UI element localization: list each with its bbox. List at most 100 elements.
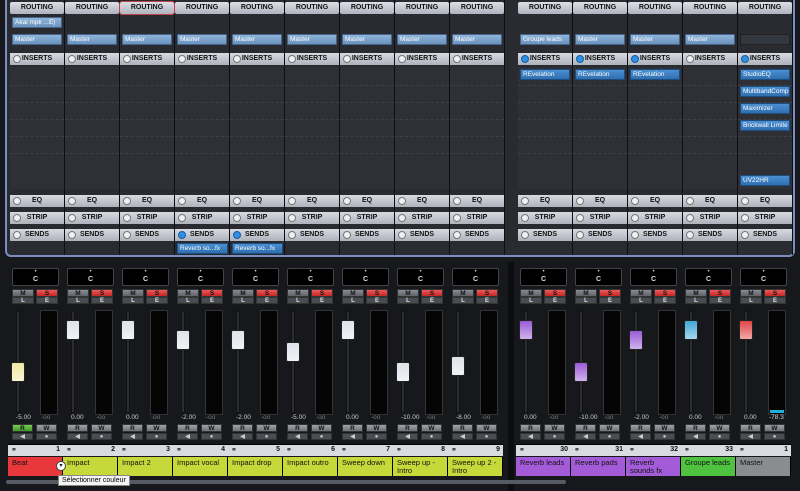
solo-button[interactable]: S [311, 289, 333, 297]
eq-section-header[interactable]: EQ [738, 195, 792, 207]
channel-name[interactable]: Groupe leads [681, 457, 736, 476]
insert-plugin-slot[interactable]: REvelation [575, 69, 625, 80]
read-automation-button[interactable]: R [397, 424, 418, 432]
link-icon[interactable]: ⚭ [739, 446, 745, 454]
sends-section-header[interactable]: SENDS [573, 229, 627, 241]
listen-button[interactable]: L [67, 297, 89, 304]
monitor-icon[interactable]: ◀ [740, 433, 761, 440]
sends-section-header[interactable]: SENDS [175, 229, 229, 241]
record-enable-icon[interactable]: ● [544, 433, 565, 440]
monitor-icon[interactable]: ◀ [575, 433, 596, 440]
monitor-icon[interactable]: ◀ [342, 433, 363, 440]
routing-header[interactable]: ROUTING [175, 2, 229, 14]
link-icon[interactable]: ⚭ [519, 446, 525, 454]
edit-button[interactable]: E [709, 297, 731, 304]
sends-section-header[interactable]: SENDS [340, 229, 394, 241]
channel-name[interactable]: Beat [8, 457, 63, 476]
solo-button[interactable]: S [201, 289, 223, 297]
routing-output-slot[interactable]: Master [287, 34, 337, 45]
write-automation-button[interactable]: W [366, 424, 387, 432]
record-enable-icon[interactable]: ● [421, 433, 442, 440]
inserts-section-header[interactable]: INSERTS [65, 53, 119, 65]
sends-section-header[interactable]: SENDS [65, 229, 119, 241]
pan-control[interactable]: • C [12, 268, 59, 286]
eq-section-header[interactable]: EQ [230, 195, 284, 207]
mute-button[interactable]: M [630, 289, 652, 297]
monitor-icon[interactable]: ◀ [232, 433, 253, 440]
routing-header[interactable]: ROUTING [119, 1, 175, 15]
edit-button[interactable]: E [764, 297, 786, 304]
routing-output-slot[interactable]: Master [12, 34, 62, 45]
read-automation-button[interactable]: R [287, 424, 308, 432]
read-automation-button[interactable]: R [685, 424, 706, 432]
record-enable-icon[interactable]: ● [91, 433, 112, 440]
read-automation-button[interactable]: R [67, 424, 88, 432]
routing-header[interactable]: ROUTING [65, 2, 119, 14]
routing-output-slot[interactable]: Master [232, 34, 282, 45]
edit-button[interactable]: E [366, 297, 388, 304]
insert-plugin-slot[interactable]: UV22HR [740, 175, 790, 186]
solo-button[interactable]: S [709, 289, 731, 297]
eq-section-header[interactable]: EQ [683, 195, 737, 207]
link-icon[interactable]: ⚭ [66, 446, 72, 454]
strip-section-header[interactable]: STRIP [285, 212, 339, 224]
solo-button[interactable]: S [146, 289, 168, 297]
routing-output-slot[interactable] [740, 34, 790, 45]
volume-fader-handle[interactable] [176, 329, 190, 350]
insert-plugin-slot[interactable]: REvelation [520, 69, 570, 80]
write-automation-button[interactable]: W [764, 424, 785, 432]
channel-name[interactable]: Impact drop [228, 457, 283, 476]
strip-section-header[interactable]: STRIP [738, 212, 792, 224]
routing-output-slot[interactable]: Master [452, 34, 502, 45]
inserts-section-header[interactable]: INSERTS [450, 53, 504, 65]
volume-value[interactable]: -2.00 [236, 413, 251, 422]
inserts-section-header[interactable]: INSERTS [340, 53, 394, 65]
mute-button[interactable]: M [452, 289, 474, 297]
link-icon[interactable]: ⚭ [684, 446, 690, 454]
mute-button[interactable]: M [232, 289, 254, 297]
record-enable-icon[interactable]: ● [654, 433, 675, 440]
eq-section-header[interactable]: EQ [573, 195, 627, 207]
volume-fader-handle[interactable] [341, 320, 355, 341]
edit-button[interactable]: E [476, 297, 498, 304]
volume-fader-track[interactable] [634, 311, 638, 413]
edit-button[interactable]: E [146, 297, 168, 304]
routing-output-slot[interactable]: Master [122, 34, 172, 45]
routing-input-slot[interactable]: Akai mpk ...E) [12, 17, 62, 28]
pan-control[interactable]: • C [685, 268, 732, 286]
listen-button[interactable]: L [177, 297, 199, 304]
strip-section-header[interactable]: STRIP [628, 212, 682, 224]
sends-section-header[interactable]: SENDS [120, 229, 174, 241]
solo-button[interactable]: S [36, 289, 58, 297]
insert-plugin-slot[interactable]: StudioEQ [740, 69, 790, 80]
pan-control[interactable]: • C [630, 268, 677, 286]
routing-header[interactable]: ROUTING [573, 2, 627, 14]
inserts-section-header[interactable]: INSERTS [683, 53, 737, 65]
link-icon[interactable]: ⚭ [396, 446, 402, 454]
mute-button[interactable]: M [740, 289, 762, 297]
pan-control[interactable]: • C [177, 268, 224, 286]
eq-section-header[interactable]: EQ [10, 195, 64, 207]
volume-fader-handle[interactable] [629, 329, 643, 350]
routing-header[interactable]: ROUTING [340, 2, 394, 14]
volume-fader-handle[interactable] [574, 362, 588, 383]
solo-button[interactable]: S [366, 289, 388, 297]
eq-section-header[interactable]: EQ [65, 195, 119, 207]
read-automation-button[interactable]: R [232, 424, 253, 432]
eq-section-header[interactable]: EQ [340, 195, 394, 207]
mute-button[interactable]: M [12, 289, 34, 297]
routing-output-slot[interactable]: Groupe leads [520, 34, 570, 45]
routing-header[interactable]: ROUTING [285, 2, 339, 14]
strip-section-header[interactable]: STRIP [518, 212, 572, 224]
read-automation-button[interactable]: R [177, 424, 198, 432]
color-picker-icon[interactable]: ▾ [56, 461, 66, 471]
channel-name[interactable]: Reverb sounds fx [626, 457, 681, 476]
monitor-icon[interactable]: ◀ [630, 433, 651, 440]
record-enable-icon[interactable]: ● [146, 433, 167, 440]
strip-section-header[interactable]: STRIP [340, 212, 394, 224]
strip-section-header[interactable]: STRIP [395, 212, 449, 224]
listen-button[interactable]: L [630, 297, 652, 304]
routing-header[interactable]: ROUTING [230, 2, 284, 14]
solo-button[interactable]: S [764, 289, 786, 297]
volume-fader-track[interactable] [291, 311, 295, 413]
